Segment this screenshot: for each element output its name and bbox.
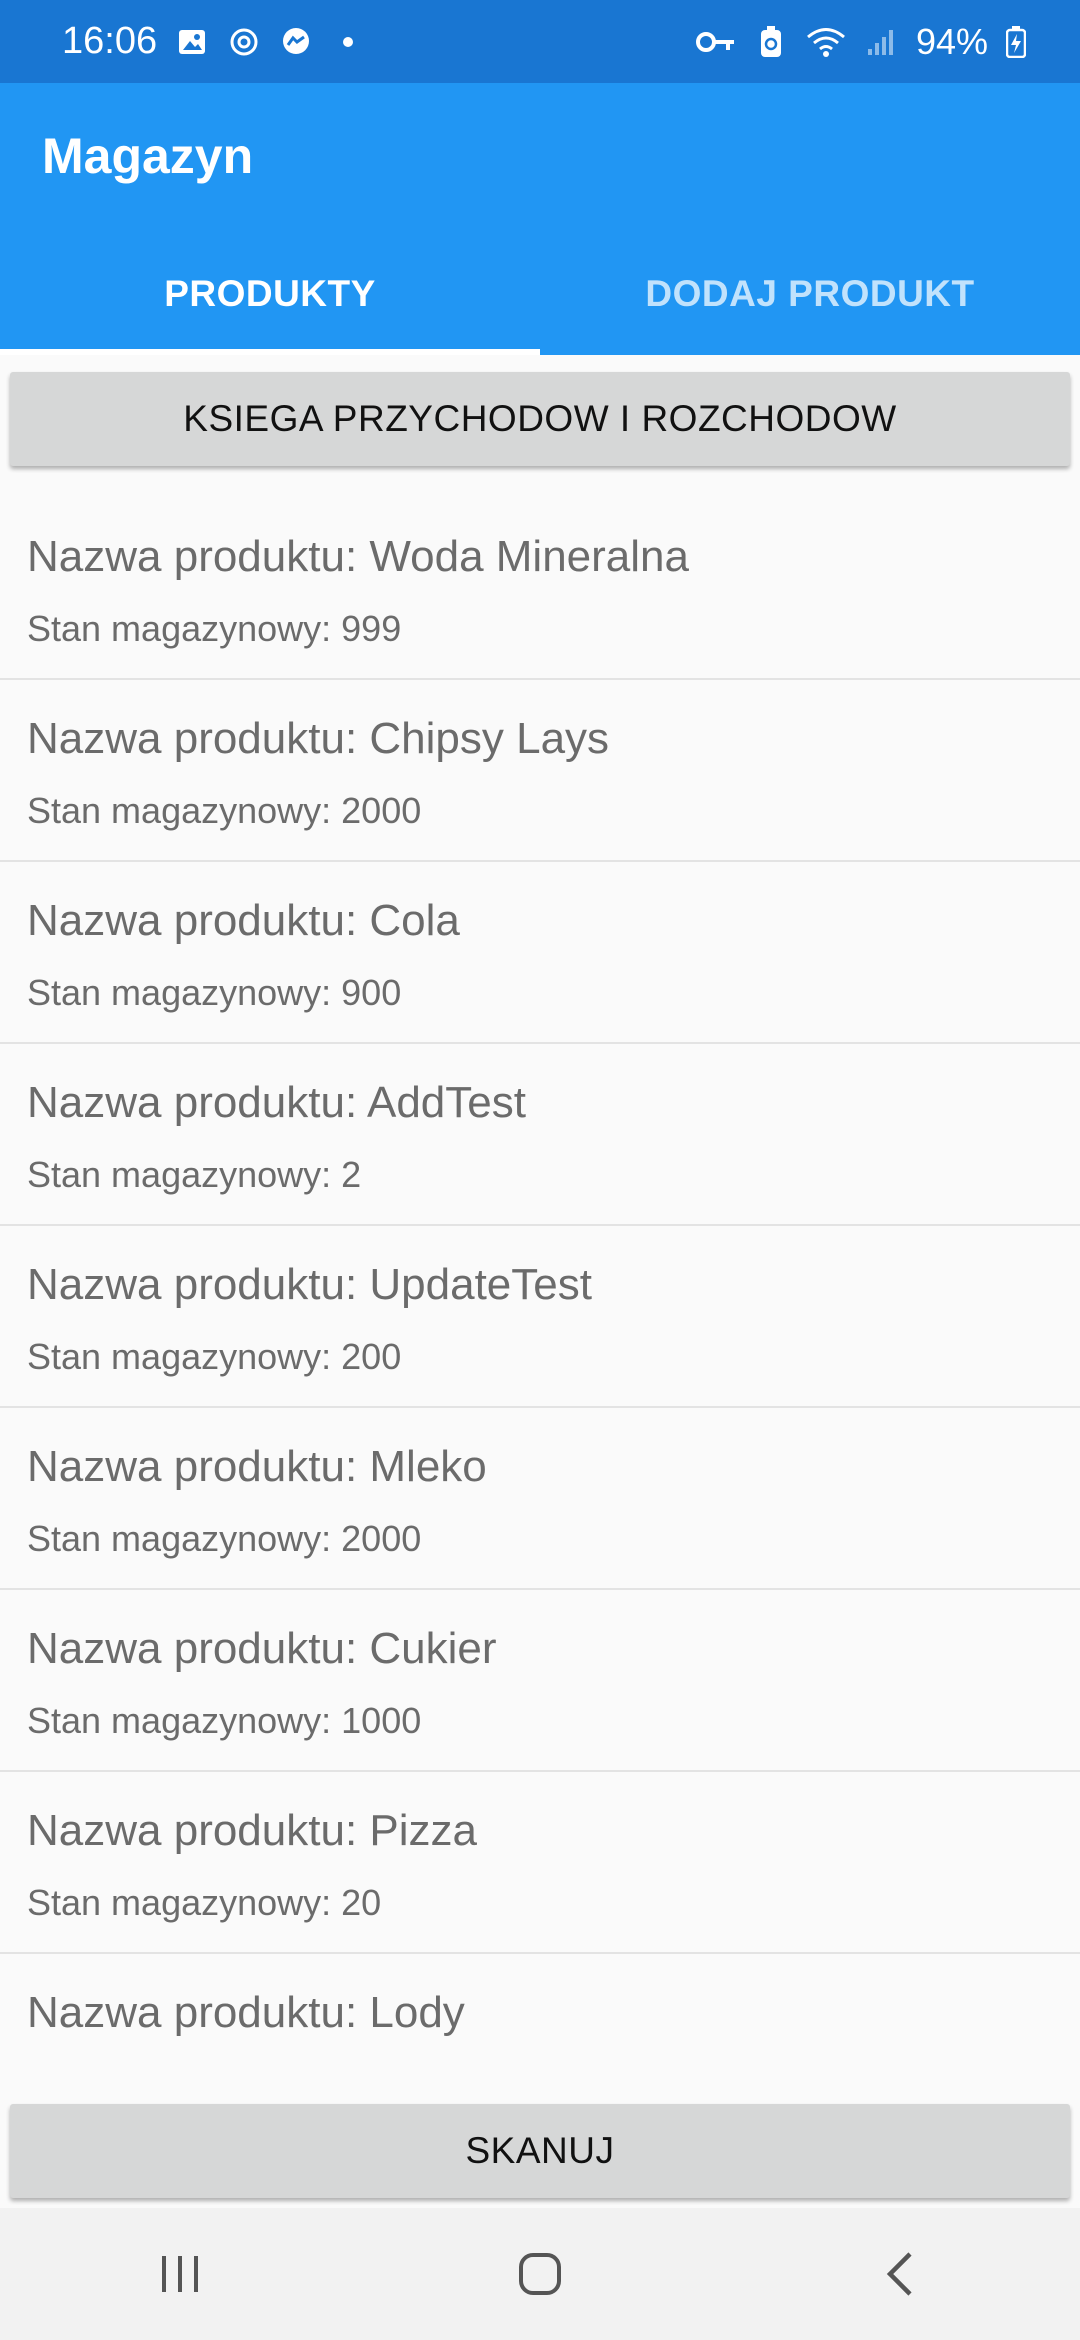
product-name: Nazwa produktu: Lody [27,1988,465,2037]
home-icon[interactable] [480,2224,600,2324]
list-item[interactable]: Nazwa produktu: Chipsy Lays Stan magazyn… [0,680,1080,862]
back-icon[interactable] [840,2224,960,2324]
key-icon [695,25,736,59]
navigation-bar [0,2208,1080,2340]
product-name: Nazwa produktu: AddTest [27,1078,526,1127]
active-tab-indicator [0,349,540,355]
list-item[interactable]: Nazwa produktu: AddTest Stan magazynowy:… [0,1044,1080,1226]
list-item[interactable]: Nazwa produktu: Cola Stan magazynowy: 90… [0,862,1080,1044]
product-stock: Stan magazynowy: 2000 [27,790,422,831]
list-item[interactable]: Nazwa produktu: Mleko Stan magazynowy: 2… [0,1408,1080,1590]
product-stock: Stan magazynowy: 20 [27,1882,382,1923]
recents-icon[interactable] [120,2224,240,2324]
status-right: 94% [695,20,1026,63]
signal-icon [864,25,898,59]
tab-bar: PRODUKTY DODAJ PRODUKT [0,233,1080,355]
list-item[interactable]: Nazwa produktu: UpdateTest Stan magazyno… [0,1226,1080,1408]
ledger-button[interactable]: KSIEGA PRZYCHODOW I ROZCHODOW [10,372,1070,466]
product-list[interactable]: Nazwa produktu: Woda Mineralna Stan maga… [0,498,1080,2074]
status-left: 16:06 [62,20,365,63]
list-item[interactable]: Nazwa produktu: Pizza Stan magazynowy: 2… [0,1772,1080,1954]
status-bar: 16:06 94% [0,0,1080,83]
product-name: Nazwa produktu: Mleko [27,1442,487,1491]
app-title: Magazyn [42,128,254,184]
battery-charging-icon [1006,25,1026,59]
gallery-icon [175,25,209,59]
messenger-icon [279,25,313,59]
status-time: 16:06 [62,20,158,62]
wifi-icon [806,25,846,59]
sync-icon [227,25,261,59]
tab-produkty[interactable]: PRODUKTY [0,233,540,355]
tab-dodaj-produkt[interactable]: DODAJ PRODUKT [540,233,1080,355]
product-stock: Stan magazynowy: 2000 [27,1518,422,1559]
product-name: Nazwa produktu: Woda Mineralna [27,532,689,581]
product-name: Nazwa produktu: Cola [27,896,460,945]
dot-icon [331,25,365,59]
product-name: Nazwa produktu: Pizza [27,1806,477,1855]
product-name: Nazwa produktu: UpdateTest [27,1260,592,1309]
battery-saver-icon [754,25,788,59]
product-stock: Stan magazynowy: 1000 [27,1700,422,1741]
product-stock: Stan magazynowy: 200 [27,1336,402,1377]
list-item[interactable]: Nazwa produktu: Cukier Stan magazynowy: … [0,1590,1080,1772]
list-item[interactable]: Nazwa produktu: Woda Mineralna Stan maga… [0,498,1080,680]
scan-button[interactable]: SKANUJ [10,2104,1070,2198]
product-stock: Stan magazynowy: 999 [27,608,402,649]
app-bar: Magazyn PRODUKTY DODAJ PRODUKT [0,83,1080,355]
battery-percent: 94% [915,20,988,62]
product-name: Nazwa produktu: Cukier [27,1624,497,1673]
product-name: Nazwa produktu: Chipsy Lays [27,714,610,763]
product-stock: Stan magazynowy: 2 [27,1154,362,1195]
list-item[interactable]: Nazwa produktu: Lody [0,1954,1080,2074]
product-stock: Stan magazynowy: 900 [27,972,402,1013]
